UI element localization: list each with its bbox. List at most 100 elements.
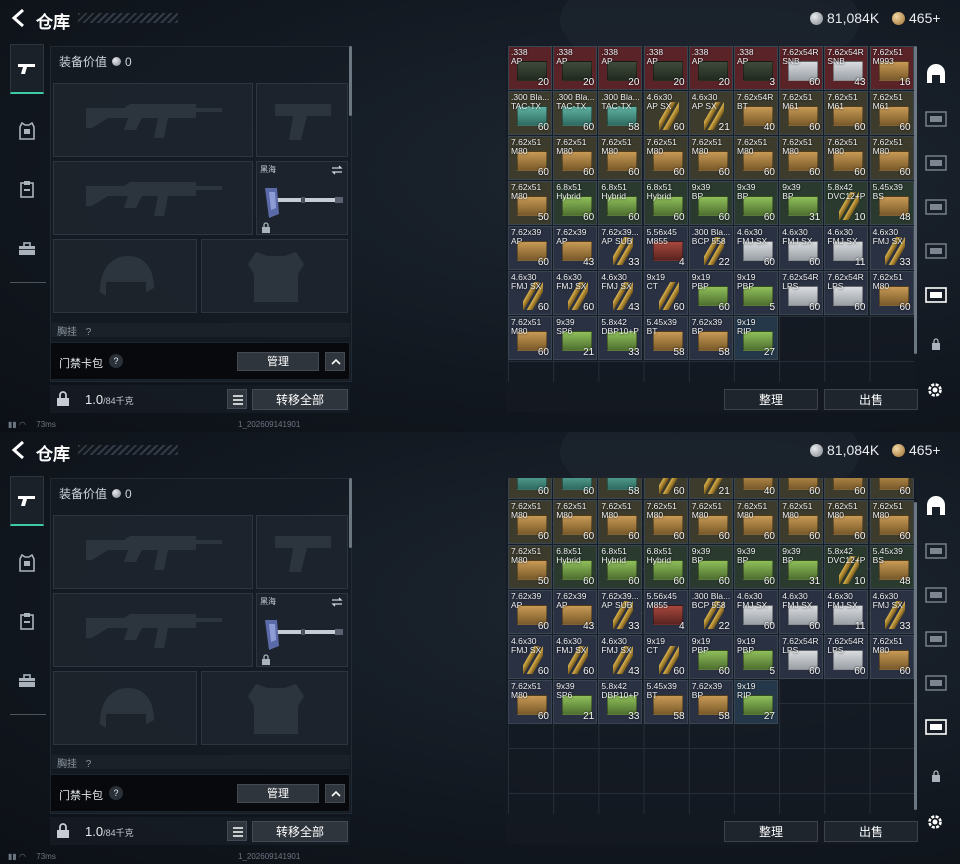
gear-icon[interactable] xyxy=(926,813,944,831)
helmet-slot[interactable] xyxy=(53,671,197,745)
secondary-weapon-slot[interactable] xyxy=(53,593,253,667)
inventory-item[interactable]: .300 Bla... BCP 558 22 xyxy=(688,226,733,270)
inventory-item[interactable]: 7.62x51 M80 50 xyxy=(508,545,552,589)
inventory-item[interactable]: 5.45x39 BS 48 xyxy=(869,181,914,225)
inventory-item[interactable]: 4.6x30 FMJ SX 43 xyxy=(598,635,643,679)
inventory-item[interactable]: 7.62x54R SNB 60 xyxy=(779,46,824,90)
inventory-item[interactable]: 7.62x51 M80 60 xyxy=(779,136,824,180)
primary-weapon-slot[interactable] xyxy=(53,515,253,589)
inventory-item[interactable]: 7.62x51 M80 60 xyxy=(734,136,778,180)
sell-button[interactable]: 出售 xyxy=(824,389,918,410)
inventory-item[interactable]: 9x19 PBP 60 xyxy=(688,271,733,315)
list-view-button[interactable] xyxy=(227,821,247,841)
inventory-item[interactable]: 5.45x39 BT 58 xyxy=(643,680,688,724)
inventory-item[interactable]: .338 AP 20 xyxy=(688,46,733,90)
inventory-item[interactable]: 7.62x51 M80 60 xyxy=(508,316,552,360)
inventory-item[interactable]: .300 Bla... TAC-TX 58 xyxy=(598,91,643,135)
inventory-item[interactable]: 7.62x51 M80 60 xyxy=(779,500,824,544)
inventory-item[interactable]: .338 AP 20 xyxy=(643,46,688,90)
inventory-item[interactable]: 9x39 BP 60 xyxy=(688,181,733,225)
swap-icon[interactable] xyxy=(331,597,343,607)
inventory-item[interactable]: 7.62x51 M80 60 xyxy=(824,500,869,544)
manage-button[interactable]: 管理 xyxy=(237,784,319,803)
secondary-weapon-slot[interactable] xyxy=(53,161,253,235)
inventory-item[interactable]: 9x19 PBP 60 xyxy=(688,635,733,679)
swap-icon[interactable] xyxy=(331,165,343,175)
inventory-item[interactable]: 7.62x39 AP 60 xyxy=(508,226,552,270)
inventory-item[interactable]: .300 Bla... TAC-TX 60 xyxy=(553,91,598,135)
inventory-item[interactable]: 7.62x51 M80 60 xyxy=(734,500,778,544)
inventory-item[interactable]: 9x39 BP 60 xyxy=(734,181,778,225)
inventory-item[interactable]: 60 xyxy=(508,478,552,499)
sidearm-slot[interactable] xyxy=(256,515,348,589)
inventory-item[interactable]: 7.62x39 BP 58 xyxy=(688,316,733,360)
inventory-item[interactable]: 7.62x54R SNB 43 xyxy=(824,46,869,90)
warehouse-tab-4[interactable] xyxy=(922,618,950,658)
inventory-item[interactable]: 60 xyxy=(779,478,824,499)
nav-consumables[interactable] xyxy=(10,164,44,214)
inventory-item[interactable]: 9x19 PBP 5 xyxy=(734,635,778,679)
warehouse-tab-5[interactable] xyxy=(922,662,950,702)
inventory-item[interactable]: 7.62x54R LPS 60 xyxy=(779,271,824,315)
warehouse-tab-3[interactable] xyxy=(922,574,950,614)
gold-currency[interactable]: 465+ xyxy=(892,10,941,26)
inventory-item[interactable]: 7.62x54R LPS 60 xyxy=(824,271,869,315)
inventory-item[interactable]: 9x19 CT 60 xyxy=(643,635,688,679)
inventory-item[interactable]: 7.62x51 M61 60 xyxy=(779,91,824,135)
nav-consumables[interactable] xyxy=(10,596,44,646)
inventory-item[interactable]: 7.62x51 M80 60 xyxy=(553,136,598,180)
inventory-item[interactable]: 5.45x39 BT 58 xyxy=(643,316,688,360)
inventory-item[interactable]: 9x19 RIP 27 xyxy=(734,316,778,360)
inventory-item[interactable]: 7.62x51 M61 60 xyxy=(869,91,914,135)
inventory-item[interactable]: .338 AP 3 xyxy=(734,46,778,90)
inventory-item[interactable]: 7.62x51 M80 60 xyxy=(643,500,688,544)
inventory-item[interactable]: 7.62x51 M80 60 xyxy=(869,500,914,544)
warehouse-tab-4[interactable] xyxy=(922,186,950,226)
warehouse-tab-locked[interactable] xyxy=(922,756,950,796)
inventory-item[interactable]: 4.6x30 FMJ SX 60 xyxy=(553,635,598,679)
inventory-item[interactable]: 5.8x42 DBP10+P 33 xyxy=(598,680,643,724)
chest-rig-row[interactable]: 胸挂 ? xyxy=(52,755,350,770)
inventory-item[interactable]: 60 xyxy=(643,478,688,499)
inventory-item[interactable]: .338 AP 20 xyxy=(553,46,598,90)
body-armor-slot[interactable] xyxy=(201,671,348,745)
inventory-item[interactable]: 7.62x51 M80 60 xyxy=(508,680,552,724)
melee-slot[interactable]: 黑海 xyxy=(256,161,348,235)
inventory-item[interactable]: 4.6x30 AP SX 60 xyxy=(643,91,688,135)
inventory-item[interactable]: 7.62x51 M80 60 xyxy=(688,500,733,544)
inventory-item[interactable]: 4.6x30 FMJ SX 60 xyxy=(734,226,778,270)
inventory-item[interactable]: 7.62x51 M80 60 xyxy=(688,136,733,180)
inventory-item[interactable]: 4.6x30 FMJ SX 33 xyxy=(869,226,914,270)
inventory-item[interactable]: 9x39 SP6 21 xyxy=(553,680,598,724)
inventory-item[interactable]: 9x19 RIP 27 xyxy=(734,680,778,724)
inventory-item[interactable]: 5.8x42 DVC12+P 10 xyxy=(824,181,869,225)
inventory-item[interactable]: 6.8x51 Hybrid 60 xyxy=(598,181,643,225)
inventory-item[interactable]: 7.62x39 AP 43 xyxy=(553,590,598,634)
inventory-item[interactable]: 4.6x30 FMJ SX 60 xyxy=(508,635,552,679)
inventory-item[interactable]: 9x19 PBP 5 xyxy=(734,271,778,315)
inventory-item[interactable]: 7.62x51 M80 60 xyxy=(869,271,914,315)
nav-armor[interactable] xyxy=(10,538,44,588)
warehouse-tab-main[interactable] xyxy=(922,54,950,94)
warehouse-tab-5[interactable] xyxy=(922,230,950,270)
inventory-item[interactable]: 5.8x42 DVC12+P 10 xyxy=(824,545,869,589)
inventory-item[interactable]: 7.62x39 AP 60 xyxy=(508,590,552,634)
inventory-item[interactable]: 9x39 BP 60 xyxy=(734,545,778,589)
inventory-item[interactable]: 7.62x51 M80 60 xyxy=(598,500,643,544)
inventory-item[interactable]: 5.8x42 DBP10+P 33 xyxy=(598,316,643,360)
inventory-item[interactable]: 6.8x51 Hybrid 60 xyxy=(553,545,598,589)
nav-weapons[interactable] xyxy=(10,476,44,526)
chest-rig-row[interactable]: 胸挂 ? xyxy=(52,323,350,338)
inventory-item[interactable]: 4.6x30 FMJ SX 60 xyxy=(779,590,824,634)
back-arrow-icon[interactable] xyxy=(10,8,28,28)
inventory-item[interactable]: 4.6x30 FMJ SX 60 xyxy=(508,271,552,315)
warehouse-tab-3[interactable] xyxy=(922,142,950,182)
list-view-button[interactable] xyxy=(227,389,247,409)
melee-slot[interactable]: 黑海 xyxy=(256,593,348,667)
inventory-item[interactable]: 4.6x30 FMJ SX 43 xyxy=(598,271,643,315)
inventory-item[interactable]: 5.45x39 BS 48 xyxy=(869,545,914,589)
warehouse-tab-6[interactable] xyxy=(922,706,950,746)
inventory-item[interactable]: .338 AP 20 xyxy=(508,46,552,90)
primary-weapon-slot[interactable] xyxy=(53,83,253,157)
warehouse-tab-main[interactable] xyxy=(922,486,950,526)
